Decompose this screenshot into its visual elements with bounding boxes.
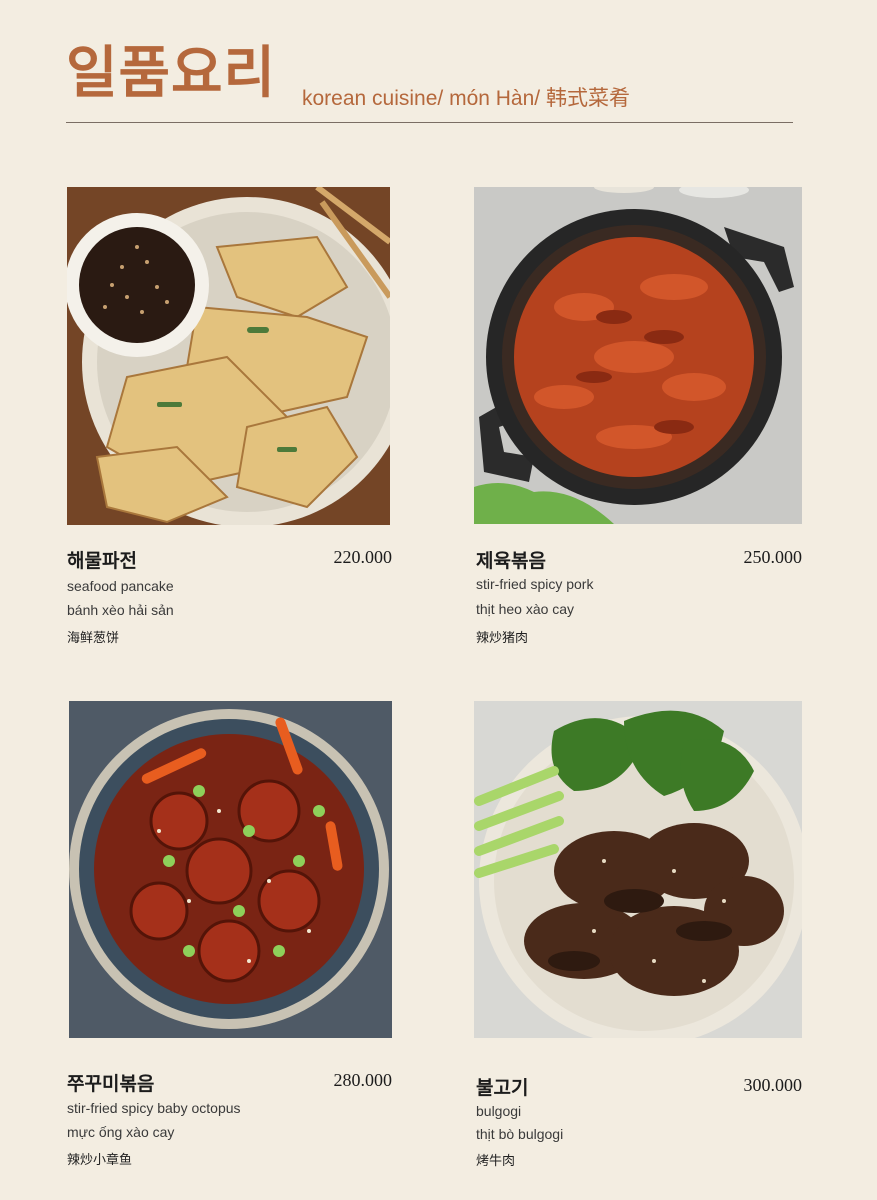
- item-name-english: bulgogi: [476, 1103, 522, 1119]
- item-name-chinese: 海鲜葱饼: [67, 631, 120, 646]
- item-name: 해물파전: [67, 550, 137, 572]
- item-name-chinese: 烤牛肉: [476, 1154, 516, 1169]
- baby-octopus-photo: [69, 701, 392, 1038]
- item-name-vietnamese: mực ống xào cay: [67, 1124, 175, 1140]
- item-price: 220.000: [333, 547, 393, 567]
- bulgogi-photo: [474, 701, 802, 1038]
- item-price: 250.000: [743, 547, 803, 567]
- item-price: 280.000: [333, 1070, 393, 1090]
- item-name-english: seafood pancake: [67, 578, 174, 594]
- item-name-vietnamese: bánh xèo hải sản: [67, 602, 174, 618]
- item-name: 제육볶음: [476, 550, 546, 572]
- item-name-chinese: 辣炒猪肉: [476, 631, 529, 646]
- item-name: 불고기: [476, 1077, 529, 1099]
- item-price: 300.000: [743, 1075, 803, 1095]
- item-name-chinese: 辣炒小章鱼: [67, 1153, 133, 1168]
- header-divider: [66, 122, 793, 123]
- item-name-english: stir-fried spicy baby octopus: [67, 1100, 241, 1116]
- item-name-english: stir-fried spicy pork: [476, 576, 594, 592]
- page-title: 일품요리: [66, 41, 277, 106]
- menu-header: 일품요리 korean cuisine/ món Hàn/ 韩式菜肴: [66, 38, 796, 128]
- item-name: 쭈꾸미볶음: [67, 1073, 155, 1095]
- spicy-pork-photo: [474, 187, 802, 524]
- page-subtitle: korean cuisine/ món Hàn/ 韩式菜肴: [302, 87, 630, 110]
- seafood-pancake-photo: [67, 187, 390, 525]
- item-name-vietnamese: thịt heo xào cay: [476, 601, 575, 617]
- item-name-vietnamese: thịt bò bulgogi: [476, 1126, 564, 1142]
